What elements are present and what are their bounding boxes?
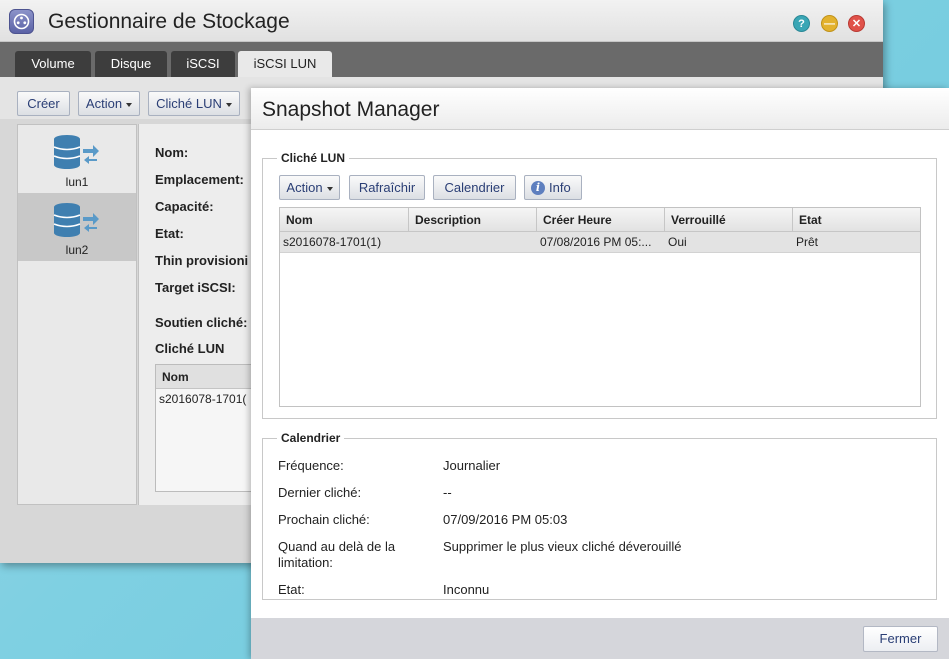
tab-volume[interactable]: Volume [15, 51, 91, 77]
lun-label: lun2 [65, 243, 89, 257]
action-button[interactable]: Action [78, 91, 140, 116]
tab-iscsi-lun[interactable]: iSCSI LUN [238, 51, 332, 77]
dialog-titlebar[interactable]: Snapshot Manager [251, 88, 949, 130]
calendar-legend: Calendrier [277, 431, 345, 445]
tab-disque[interactable]: Disque [95, 51, 167, 77]
state-label: Etat: [155, 226, 184, 241]
capacity-label: Capacité: [155, 199, 214, 214]
cell-name: s2016078-1701(1) [283, 235, 382, 249]
info-icon: i [531, 181, 545, 195]
column-header-locked[interactable]: Verrouillé [665, 208, 793, 232]
snapshot-grid: Nom Description Créer Heure Verrouillé E… [279, 207, 921, 407]
mini-grid-row[interactable]: s2016078-1701( [159, 392, 246, 406]
cell-state: Prêt [796, 235, 819, 249]
action-button-label: Action [85, 96, 123, 111]
chevron-down-icon [326, 186, 333, 191]
limit-label-line2: limitation: [278, 555, 333, 570]
snapshot-mini-grid: Nom s2016078-1701( [155, 364, 255, 492]
thin-provisioning-label: Thin provisioni [155, 253, 249, 268]
lun-label: lun1 [65, 175, 89, 189]
snapshot-lun-label: Cliché LUN [155, 341, 225, 356]
snapshot-lun-fieldset: Cliché LUN Action Rafraîchir Calendrier … [262, 151, 937, 419]
refresh-button[interactable]: Rafraîchir [349, 175, 425, 200]
window-title: Gestionnaire de Stockage [48, 10, 290, 33]
frequency-label: Fréquence: [278, 458, 344, 473]
calendar-fieldset: Calendrier Fréquence: Journalier Dernier… [262, 431, 937, 600]
table-row[interactable]: s2016078-1701(1) 07/08/2016 PM 05:... Ou… [280, 232, 920, 253]
snapshot-lun-button-label: Cliché LUN [156, 96, 222, 111]
storage-manager-app-icon [9, 9, 34, 34]
column-header-state[interactable]: Etat [793, 208, 920, 232]
help-icon[interactable]: ? [793, 15, 810, 32]
name-label: Nom: [155, 145, 189, 160]
database-icon [53, 135, 99, 169]
cell-locked: Oui [668, 235, 687, 249]
tab-bar: Volume Disque iSCSI iSCSI LUN [0, 42, 883, 77]
column-header-created[interactable]: Créer Heure [537, 208, 665, 232]
snapshot-lun-button[interactable]: Cliché LUN [148, 91, 240, 116]
lun-item[interactable]: lun2 [18, 193, 136, 261]
snapshot-manager-dialog: Snapshot Manager Cliché LUN Action Rafra… [251, 88, 949, 659]
create-button[interactable]: Créer [17, 91, 70, 116]
mini-grid-header: Nom [156, 365, 254, 389]
info-button[interactable]: i Info [524, 175, 582, 200]
dialog-title: Snapshot Manager [262, 98, 440, 121]
grid-header: Nom Description Créer Heure Verrouillé E… [280, 208, 920, 232]
chevron-down-icon [126, 102, 133, 107]
last-snapshot-label: Dernier cliché: [278, 485, 362, 500]
tab-iscsi[interactable]: iSCSI [171, 51, 235, 77]
minimize-icon[interactable]: — [821, 15, 838, 32]
snapshot-lun-legend: Cliché LUN [277, 151, 350, 165]
location-label: Emplacement: [155, 172, 244, 187]
storage-manager-titlebar[interactable]: Gestionnaire de Stockage ? — ✕ [0, 0, 883, 42]
next-snapshot-value: 07/09/2016 PM 05:03 [443, 512, 568, 527]
calendar-state-label: Etat: [278, 582, 305, 597]
database-icon [53, 203, 99, 237]
close-icon[interactable]: ✕ [848, 15, 865, 32]
limit-value: Supprimer le plus vieux cliché déverouil… [443, 539, 682, 554]
lun-list: lun1 lun2 [17, 124, 137, 505]
next-snapshot-label: Prochain cliché: [278, 512, 370, 527]
dialog-footer: Fermer [251, 618, 949, 659]
snapshot-action-button[interactable]: Action [279, 175, 340, 200]
calendar-button[interactable]: Calendrier [433, 175, 516, 200]
frequency-value: Journalier [443, 458, 501, 473]
close-button[interactable]: Fermer [863, 626, 938, 652]
limit-label-line1: Quand au delà de la [278, 539, 396, 554]
snapshot-action-label: Action [286, 180, 323, 195]
info-button-label: Info [549, 180, 571, 195]
last-snapshot-value: -- [443, 485, 452, 500]
lun-item[interactable]: lun1 [18, 125, 136, 193]
snapshot-support-label: Soutien cliché: [155, 315, 248, 330]
column-header-nom[interactable]: Nom [280, 208, 409, 232]
chevron-down-icon [225, 102, 232, 107]
cell-description [409, 232, 537, 253]
calendar-state-value: Inconnu [443, 582, 490, 597]
cell-created: 07/08/2016 PM 05:... [540, 235, 652, 249]
column-header-description[interactable]: Description [409, 208, 537, 232]
target-iscsi-label: Target iSCSI: [155, 280, 236, 295]
